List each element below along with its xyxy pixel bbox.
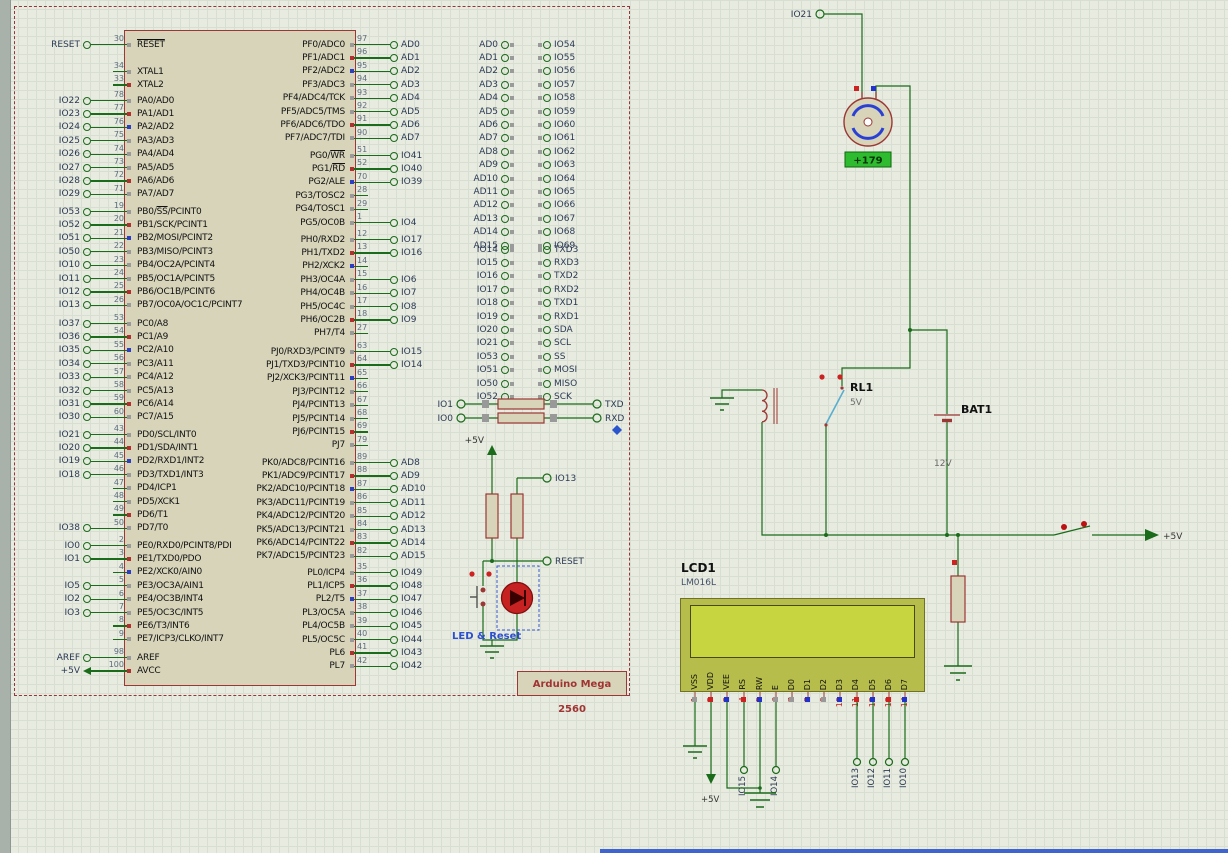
- led-reset-caption[interactable]: LED & Reset: [452, 631, 521, 642]
- resistor-led: [510, 493, 524, 539]
- state-dot: [486, 571, 492, 577]
- resistor-txd: [497, 398, 545, 410]
- button-contact: [480, 601, 486, 607]
- terminal-io0: [456, 413, 466, 423]
- battery-value-label[interactable]: 12V: [934, 459, 952, 469]
- net-label-io1[interactable]: IO1: [438, 400, 453, 410]
- terminal-txd: [592, 399, 602, 409]
- terminal-io13-lcd: [852, 757, 862, 767]
- resistor-reset-pullup: [485, 493, 499, 539]
- terminal-rxd: [592, 413, 602, 423]
- motor-angle-value: +179: [853, 156, 882, 167]
- terminal-reset: [542, 556, 552, 566]
- terminal-io10: [900, 757, 910, 767]
- led-and-button[interactable]: [469, 565, 540, 631]
- net-terminals[interactable]: [456, 9, 910, 775]
- power-up-arrow-icon: [487, 445, 497, 455]
- terminal-io21: [815, 9, 825, 19]
- button-contact: [480, 587, 486, 593]
- relay-core: [773, 388, 778, 424]
- origin-marker-icon: [612, 425, 622, 435]
- terminal-io14: [771, 765, 781, 775]
- power-arrows[interactable]: [487, 445, 1159, 784]
- power-down-arrow-icon: [706, 774, 716, 784]
- battery-ref-label[interactable]: BAT1: [961, 403, 992, 416]
- terminal-io1: [456, 399, 466, 409]
- net-labels: IO21 IO1 IO0 TXD RXD IO13 RESET +5V +5V …: [438, 10, 1184, 642]
- relay-ref-label[interactable]: RL1: [850, 381, 873, 394]
- switch-lever: [1053, 525, 1091, 536]
- net-label-io21[interactable]: IO21: [791, 10, 812, 20]
- schematic-canvas: RESET 30 RESET 34 XTAL1 33 XTAL2 IO22 78…: [0, 0, 1228, 853]
- wires: [465, 13, 1145, 793]
- switch-contact-dot: [1061, 524, 1067, 530]
- terminal-io11: [884, 757, 894, 767]
- relay-contact-dot: [837, 374, 843, 380]
- net-label-txd[interactable]: TXD: [604, 400, 624, 410]
- relay-coil: [761, 389, 768, 423]
- motor-hub: [863, 117, 873, 127]
- power-label-5v-rail[interactable]: +5V: [1163, 532, 1183, 542]
- state-dot: [469, 571, 475, 577]
- relay-lever: [825, 389, 845, 425]
- net-label-reset[interactable]: RESET: [555, 557, 584, 567]
- terminal-io13: [542, 473, 552, 483]
- net-label-rxd[interactable]: RXD: [605, 414, 624, 424]
- terminal-io12: [868, 757, 878, 767]
- net-label-io0[interactable]: IO0: [438, 414, 454, 424]
- battery[interactable]: BAT1 12V: [934, 403, 992, 469]
- terminal-io15: [739, 765, 749, 775]
- resistor-pulldown: [950, 575, 966, 623]
- motor[interactable]: +179: [843, 92, 893, 168]
- button-plunger: [470, 586, 478, 608]
- wiring-overlay: +179 RL1 5V BAT1 12V IO21 IO1 IO0 TXD RX…: [438, 9, 1184, 808]
- relay[interactable]: RL1 5V: [761, 374, 873, 427]
- net-label-io13[interactable]: IO13: [555, 474, 576, 484]
- ground-symbols[interactable]: [480, 397, 972, 808]
- resistors[interactable]: [485, 398, 966, 623]
- switch[interactable]: [1053, 521, 1091, 536]
- relay-contact-dot: [819, 374, 825, 380]
- switch-contact-dot: [1081, 521, 1087, 527]
- relay-value-label[interactable]: 5V: [850, 398, 863, 408]
- resistor-rxd: [497, 412, 545, 424]
- power-right-arrow-icon: [1145, 529, 1159, 541]
- power-label-5v-led[interactable]: +5V: [465, 436, 485, 446]
- pin-state-squares: [482, 86, 957, 702]
